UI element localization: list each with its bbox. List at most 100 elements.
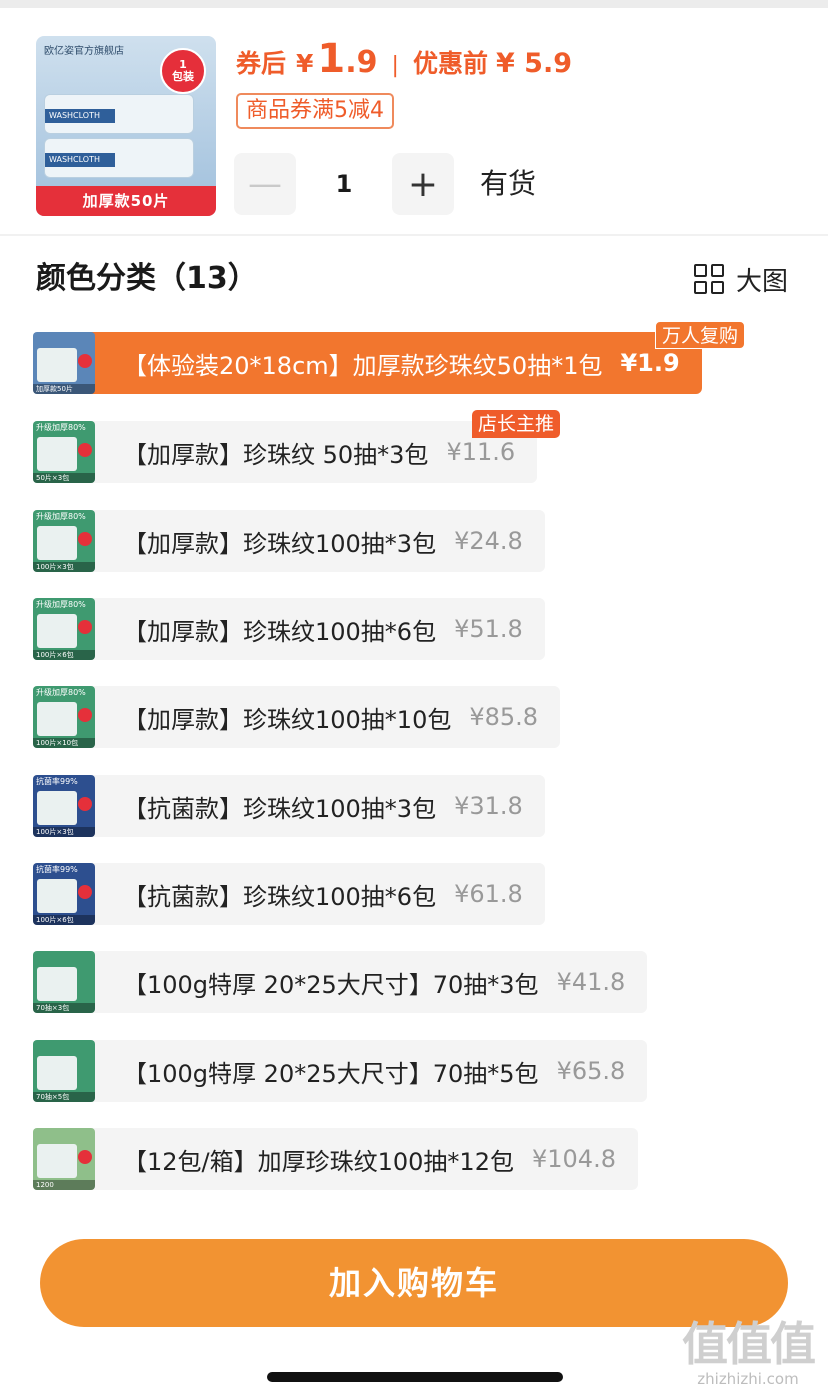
variant-name: 【加厚款】珍珠纹100抽*3包 xyxy=(123,529,437,558)
variant-thumb-band: 升级加厚80% xyxy=(36,423,86,432)
variant-thumb-badge xyxy=(78,797,92,811)
variant-name: 【加厚款】珍珠纹 50抽*3包 xyxy=(123,440,429,469)
pack-label: WASHCLOTH xyxy=(45,153,115,167)
variant-thumbnail: 加厚款50片 xyxy=(33,332,95,394)
variant-thumb-pack xyxy=(37,879,77,913)
variant-price: ¥1.9 xyxy=(620,349,680,377)
variant-option[interactable]: 抗菌率99% 100片×3包 【抗菌款】珍珠纹100抽*3包 ¥31.8 xyxy=(33,775,545,837)
variant-thumbnail: 抗菌率99% 100片×6包 xyxy=(33,863,95,925)
variant-price: ¥11.6 xyxy=(446,438,516,466)
variant-thumbnail: 70抽×5包 xyxy=(33,1040,95,1102)
variant-thumb-band: 抗菌率99% xyxy=(36,865,78,874)
home-indicator[interactable] xyxy=(267,1372,563,1382)
variant-price: ¥24.8 xyxy=(454,527,523,555)
variant-thumbnail: 1200 xyxy=(33,1128,95,1190)
variant-thumb-pack xyxy=(37,1144,77,1178)
variant-thumbnail: 升级加厚80% 100片×10包 xyxy=(33,686,95,748)
site-watermark: 值值值 zhizhizhi.com xyxy=(676,1318,820,1388)
variant-thumb-badge xyxy=(78,1150,92,1164)
add-to-cart-button[interactable]: 加入购物车 xyxy=(40,1239,788,1327)
grid-icon xyxy=(694,264,724,294)
variant-thumb-band: 抗菌率99% xyxy=(36,777,78,786)
variant-thumb-caption: 1200 xyxy=(33,1180,95,1190)
variant-thumb-badge xyxy=(78,620,92,634)
variant-name: 【100g特厚 20*25大尺寸】70抽*5包 xyxy=(123,1059,539,1088)
price-after-label: 券后 xyxy=(236,49,287,78)
variant-thumb-badge xyxy=(78,885,92,899)
thumb-brand-text: 欧亿姿官方旗舰店 xyxy=(44,46,124,57)
price-before-label: 优惠前 xyxy=(412,49,488,78)
variant-thumb-caption: 70抽×3包 xyxy=(33,1003,95,1013)
variant-thumb-caption: 100片×6包 xyxy=(33,915,95,925)
variant-thumb-badge xyxy=(78,532,92,546)
divider xyxy=(0,234,828,236)
variant-option[interactable]: 抗菌率99% 100片×6包 【抗菌款】珍珠纹100抽*6包 ¥61.8 xyxy=(33,863,545,925)
variant-name: 【加厚款】珍珠纹100抽*6包 xyxy=(123,617,437,646)
watermark-url: zhizhizhi.com xyxy=(697,1370,799,1388)
pack-label: WASHCLOTH xyxy=(45,109,115,123)
variant-thumbnail: 70抽×3包 xyxy=(33,951,95,1013)
variant-thumbnail: 升级加厚80% 100片×3包 xyxy=(33,510,95,572)
pack-count-badge: 1 包装 xyxy=(160,48,206,94)
recommend-tag: 店长主推 xyxy=(472,410,561,438)
price-after-currency: ¥ xyxy=(296,49,314,78)
variant-section-title: 颜色分类（13） xyxy=(36,261,258,296)
variant-price: ¥41.8 xyxy=(556,968,626,996)
variant-option[interactable]: 升级加厚80% 50片×3包 【加厚款】珍珠纹 50抽*3包 ¥11.6 xyxy=(33,421,538,483)
repurchase-tag: 万人复购 xyxy=(655,321,746,349)
variant-thumb-caption: 70抽×5包 xyxy=(33,1092,95,1102)
variant-option[interactable]: 升级加厚80% 100片×10包 【加厚款】珍珠纹100抽*10包 ¥85.8 xyxy=(33,686,561,748)
variant-price: ¥65.8 xyxy=(556,1057,626,1085)
variant-name: 【体验装20*18cm】加厚款珍珠纹50抽*1包 xyxy=(123,351,603,380)
quantity-value[interactable]: 1 xyxy=(296,153,392,215)
variant-thumbnail: 抗菌率99% 100片×3包 xyxy=(33,775,95,837)
variant-name: 【抗菌款】珍珠纹100抽*3包 xyxy=(123,794,437,823)
variant-thumb-caption: 100片×3包 xyxy=(33,562,95,572)
variant-price: ¥85.8 xyxy=(469,703,539,731)
variant-thumb-band: 升级加厚80% xyxy=(36,600,86,609)
variant-option-selected[interactable]: 加厚款50片 【体验装20*18cm】加厚款珍珠纹50抽*1包 ¥1.9 xyxy=(33,332,702,394)
price-after-dec: .9 xyxy=(345,45,378,80)
variant-thumb-badge xyxy=(78,354,92,368)
variant-option[interactable]: 70抽×3包 【100g特厚 20*25大尺寸】70抽*3包 ¥41.8 xyxy=(33,951,648,1013)
top-strip xyxy=(0,0,828,8)
variant-price: ¥31.8 xyxy=(454,792,523,820)
variant-name: 【加厚款】珍珠纹100抽*10包 xyxy=(123,705,452,734)
variant-option[interactable]: 70抽×5包 【100g特厚 20*25大尺寸】70抽*5包 ¥65.8 xyxy=(33,1040,648,1102)
variant-option[interactable]: 1200 【12包/箱】加厚珍珠纹100抽*12包 ¥104.8 xyxy=(33,1128,638,1190)
variant-thumb-pack xyxy=(37,526,77,560)
variant-thumb-caption: 50片×3包 xyxy=(33,473,95,483)
pack-illustration: WASHCLOTH xyxy=(44,138,194,178)
variant-thumb-caption: 加厚款50片 xyxy=(33,384,95,394)
variant-thumb-pack xyxy=(37,791,77,825)
variant-option[interactable]: 升级加厚80% 100片×3包 【加厚款】珍珠纹100抽*3包 ¥24.8 xyxy=(33,510,545,572)
quantity-decrease-button[interactable]: — xyxy=(234,153,296,215)
variant-name: 【12包/箱】加厚珍珠纹100抽*12包 xyxy=(123,1147,514,1176)
pack-count-unit: 包装 xyxy=(172,70,194,83)
variant-thumb-pack xyxy=(37,1056,77,1090)
variant-price: ¥104.8 xyxy=(531,1145,616,1173)
variant-thumb-caption: 100片×6包 xyxy=(33,650,95,660)
variant-thumbnail: 升级加厚80% 100片×6包 xyxy=(33,598,95,660)
variant-thumb-pack xyxy=(37,614,77,648)
variant-thumb-caption: 100片×3包 xyxy=(33,827,95,837)
quantity-increase-button[interactable]: + xyxy=(392,153,454,215)
product-image[interactable]: 欧亿姿官方旗舰店 1 包装 WASHCLOTH WASHCLOTH 加厚款50片 xyxy=(36,36,216,216)
variant-name: 【抗菌款】珍珠纹100抽*6包 xyxy=(123,882,437,911)
price-line: 券后 ¥ 1 .9 | 优惠前 ¥ 5.9 xyxy=(236,36,572,86)
variant-thumb-band: 升级加厚80% xyxy=(36,688,86,697)
variant-option[interactable]: 升级加厚80% 100片×6包 【加厚款】珍珠纹100抽*6包 ¥51.8 xyxy=(33,598,545,660)
large-view-toggle[interactable]: 大图 xyxy=(694,256,788,302)
variant-name: 【100g特厚 20*25大尺寸】70抽*3包 xyxy=(123,970,539,999)
pack-illustration: WASHCLOTH xyxy=(44,94,194,134)
large-view-label: 大图 xyxy=(736,266,789,297)
variant-price: ¥51.8 xyxy=(454,615,523,643)
price-after-int: 1 xyxy=(317,36,346,82)
watermark-logo: 值值值 xyxy=(682,1317,816,1371)
variant-thumb-badge xyxy=(78,443,92,457)
variant-thumb-caption: 100片×10包 xyxy=(33,738,95,748)
variant-thumb-band: 升级加厚80% xyxy=(36,512,86,521)
coupon-tag[interactable]: 商品券满5减4 xyxy=(236,93,394,129)
price-before-value: ¥ 5.9 xyxy=(495,48,573,79)
variant-thumb-pack xyxy=(37,348,77,382)
